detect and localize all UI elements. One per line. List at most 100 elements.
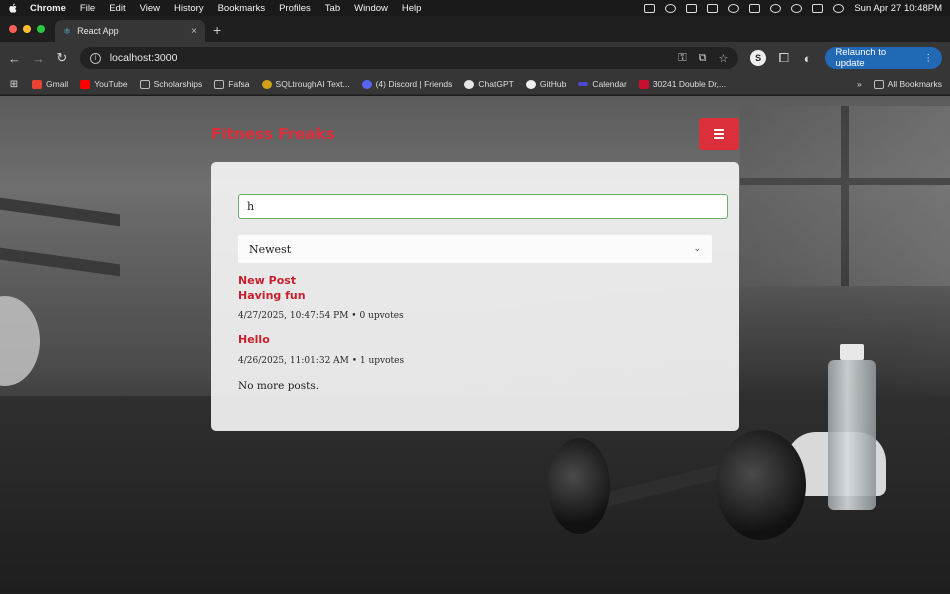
battery-icon[interactable] — [749, 3, 761, 13]
chatgpt-icon — [464, 79, 475, 89]
window-controls — [0, 25, 55, 42]
extensions-puzzle-icon[interactable]: ⧠ — [778, 50, 790, 66]
sort-selected-value: Newest — [249, 242, 292, 256]
background-rack — [0, 247, 120, 277]
install-app-icon[interactable]: ⧉ — [699, 52, 707, 65]
post-body[interactable]: Having fun — [238, 289, 306, 302]
tab-title: React App — [77, 26, 119, 36]
search-input[interactable] — [238, 194, 728, 219]
calendar-icon — [578, 82, 589, 86]
bookmark-youtube[interactable]: YouTube — [80, 79, 128, 89]
bookmark-fafsa[interactable]: Fafsa — [214, 79, 250, 89]
hamburger-menu-button[interactable] — [699, 118, 739, 150]
youtube-icon — [80, 79, 91, 89]
bookmark-label: YouTube — [94, 79, 128, 89]
bookmark-label: Calendar — [592, 79, 627, 89]
discord-icon — [361, 79, 372, 89]
menu-window[interactable]: Window — [354, 3, 388, 14]
grid-status-icon[interactable] — [644, 3, 656, 13]
close-window-button[interactable] — [9, 25, 17, 33]
background-weight-plate — [0, 296, 40, 386]
menu-view[interactable]: View — [140, 3, 160, 14]
bookmark-label: GitHub — [539, 79, 567, 89]
siri-icon[interactable] — [833, 3, 845, 13]
forward-arrow-icon[interactable]: → — [32, 51, 45, 66]
menu-profiles[interactable]: Profiles — [279, 3, 311, 14]
bookmark-calendar[interactable]: Calendar — [578, 79, 627, 89]
bookmark-label: Fafsa — [228, 79, 250, 89]
menu-file[interactable]: File — [80, 3, 95, 14]
bookmark-address[interactable]: 30241 Double Dr,... — [638, 79, 727, 89]
password-key-icon[interactable]: ⚿ — [678, 52, 686, 65]
folder-icon — [873, 79, 884, 89]
menu-tab[interactable]: Tab — [325, 3, 340, 14]
more-menu-icon[interactable]: ⋮ — [924, 53, 934, 64]
close-tab-icon[interactable]: × — [191, 26, 197, 37]
menu-chrome[interactable]: Chrome — [30, 3, 66, 14]
address-url[interactable]: localhost:3000 — [110, 52, 178, 64]
account-avatar-icon[interactable]: ◐ — [802, 51, 814, 66]
profile-extension-icon[interactable]: S — [750, 50, 766, 66]
play-status-icon[interactable] — [728, 3, 740, 13]
browser-tabstrip: ⚛ React App × + — [0, 16, 950, 42]
all-bookmarks-button[interactable]: All Bookmarks — [873, 79, 942, 89]
bookmark-label: 30241 Double Dr,... — [652, 79, 727, 89]
sql-site-icon — [261, 79, 272, 89]
bookmark-github[interactable]: GitHub — [525, 79, 567, 89]
post-title[interactable]: New Post — [238, 274, 296, 287]
realtor-icon — [638, 79, 649, 89]
site-info-icon[interactable]: i — [89, 52, 101, 64]
relaunch-to-update-button[interactable]: Relaunch to update ⋮ — [825, 47, 942, 69]
sort-select[interactable]: Newest ⌄ — [238, 235, 712, 263]
menu-help[interactable]: Help — [402, 3, 422, 14]
apps-grid-icon[interactable]: ⊞ — [8, 79, 20, 90]
hamburger-icon — [714, 129, 724, 131]
wifi-icon[interactable] — [770, 3, 782, 13]
bookmark-label: Scholarships — [153, 79, 203, 89]
back-arrow-icon[interactable]: ← — [8, 51, 21, 66]
relaunch-label: Relaunch to update — [835, 47, 887, 69]
bookmark-chatgpt[interactable]: ChatGPT — [464, 79, 514, 89]
reload-icon[interactable]: ↻ — [56, 50, 68, 66]
menubar-status-area: Sun Apr 27 10:48PM — [644, 3, 942, 14]
post-title[interactable]: Hello — [238, 333, 270, 346]
all-bookmarks-label: All Bookmarks — [887, 79, 942, 89]
web-page: Fitness Freaks Newest ⌄ New Post Having … — [0, 96, 950, 594]
menu-bookmarks[interactable]: Bookmarks — [218, 3, 266, 14]
gmail-icon — [32, 79, 42, 89]
background-gym-window — [740, 106, 950, 286]
background-rack — [0, 197, 120, 227]
bookmark-gmail[interactable]: Gmail — [32, 79, 68, 89]
bookmark-discord[interactable]: (4) Discord | Friends — [361, 79, 452, 89]
elephant-status-icon[interactable] — [686, 3, 698, 13]
background-dumbbell-plate — [548, 438, 610, 534]
background-water-bottle — [826, 344, 878, 512]
control-center-icon[interactable] — [812, 3, 824, 13]
menu-edit[interactable]: Edit — [109, 3, 125, 14]
maximize-window-button[interactable] — [37, 25, 45, 33]
folder-icon — [214, 79, 225, 89]
bookmarks-bar: ⊞ Gmail YouTube Scholarships Fafsa SQLtr… — [0, 74, 950, 95]
apple-logo-icon[interactable] — [8, 3, 18, 14]
bookmark-label: ChatGPT — [478, 79, 514, 89]
chevron-down-icon: ⌄ — [693, 244, 701, 254]
address-bar[interactable]: i localhost:3000 ⚿ ⧉ ☆ — [79, 47, 739, 69]
browser-tab-active[interactable]: ⚛ React App × — [55, 20, 205, 42]
bookmark-star-icon[interactable]: ☆ — [719, 52, 729, 65]
browser-toolbar: ← → ↻ i localhost:3000 ⚿ ⧉ ☆ S ⧠ ◐ Relau… — [0, 42, 950, 74]
post-meta: 4/27/2025, 10:47:54 PM • 0 upvotes — [238, 311, 404, 321]
menu-history[interactable]: History — [174, 3, 204, 14]
spotlight-search-icon[interactable] — [791, 3, 803, 13]
record-status-icon[interactable] — [665, 3, 677, 13]
bookmarks-overflow-icon[interactable]: » — [857, 79, 862, 89]
new-tab-button[interactable]: + — [205, 22, 229, 42]
minimize-window-button[interactable] — [23, 25, 31, 33]
bookmark-scholarships[interactable]: Scholarships — [139, 79, 203, 89]
bookmarks-right: » All Bookmarks — [857, 79, 942, 89]
react-favicon-icon: ⚛ — [63, 25, 72, 36]
screen-mirror-icon[interactable] — [707, 3, 719, 13]
site-brand-logo[interactable]: Fitness Freaks — [211, 125, 335, 143]
bookmark-sqltroughai[interactable]: SQLtroughAI Text... — [261, 79, 350, 89]
menubar-clock[interactable]: Sun Apr 27 10:48PM — [854, 3, 942, 14]
background-dumbbell-plate — [716, 430, 806, 540]
